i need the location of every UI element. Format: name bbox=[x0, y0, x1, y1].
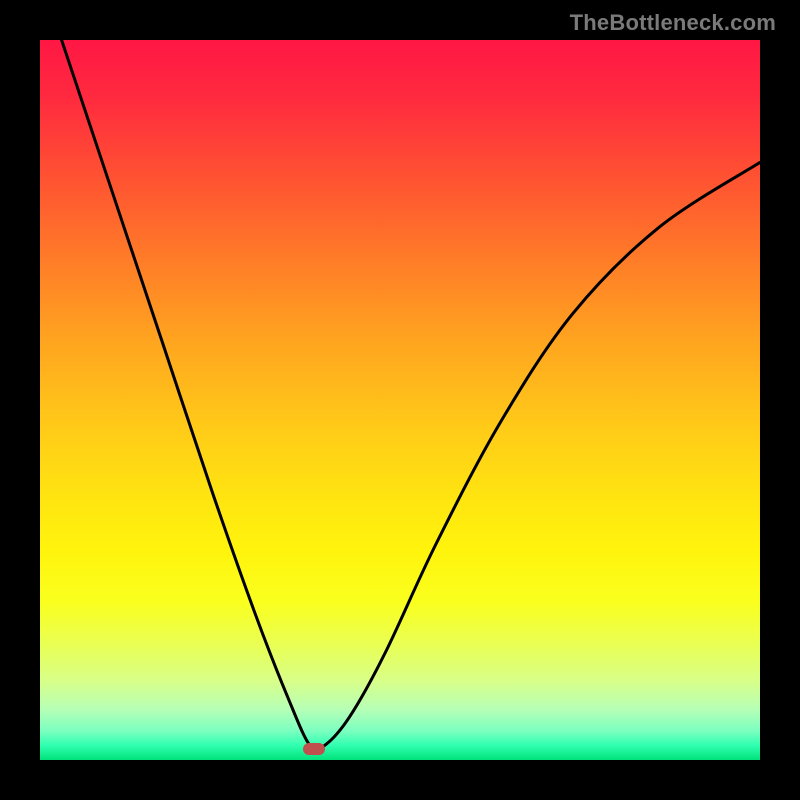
chart-container: TheBottleneck.com bbox=[0, 0, 800, 800]
plot-area bbox=[40, 40, 760, 760]
watermark-text: TheBottleneck.com bbox=[570, 10, 776, 36]
bottleneck-curve bbox=[40, 40, 760, 760]
min-marker bbox=[303, 743, 325, 755]
